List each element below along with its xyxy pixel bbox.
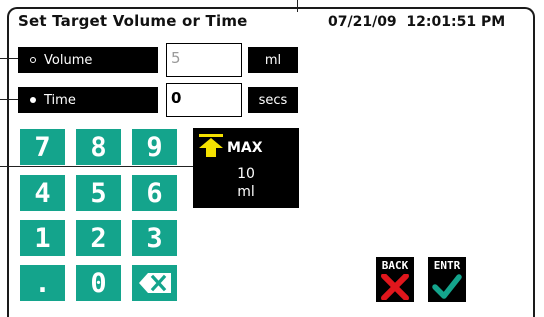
radio-selected-icon xyxy=(30,97,36,103)
backspace-icon xyxy=(138,273,171,293)
keypad-key-7[interactable]: 7 xyxy=(20,129,65,165)
max-label: MAX xyxy=(227,140,263,156)
back-label: BACK xyxy=(381,259,409,272)
time-unit-badge: secs xyxy=(248,87,298,113)
keypad-key-0[interactable]: 0 xyxy=(76,265,121,301)
keypad-key-5[interactable]: 5 xyxy=(76,175,121,211)
keypad-key-8[interactable]: 8 xyxy=(76,129,121,165)
max-limit-panel: MAX 10 ml xyxy=(193,128,299,208)
radio-unselected-icon xyxy=(30,57,36,63)
time-radio-button[interactable]: Time xyxy=(18,87,158,113)
back-button[interactable]: BACK xyxy=(376,257,414,302)
date-time-display: 07/21/09 12:01:51 PM xyxy=(328,14,506,30)
time-label: Time xyxy=(44,92,76,108)
keypad-key-2[interactable]: 2 xyxy=(76,220,121,256)
max-unit: ml xyxy=(237,184,255,200)
volume-label: Volume xyxy=(44,52,93,68)
volume-radio-button[interactable]: Volume xyxy=(18,47,158,73)
max-value: 10 xyxy=(237,166,255,182)
checkmark-icon xyxy=(432,274,462,299)
time-input[interactable]: 0 xyxy=(166,83,242,117)
cancel-x-icon xyxy=(381,274,409,300)
keypad-key-1[interactable]: 1 xyxy=(20,220,65,256)
keypad-key-6[interactable]: 6 xyxy=(132,175,177,211)
keypad-key-9[interactable]: 9 xyxy=(132,129,177,165)
keypad-key-3[interactable]: 3 xyxy=(132,220,177,256)
keypad-key-4[interactable]: 4 xyxy=(20,175,65,211)
volume-input[interactable]: 5 xyxy=(166,43,242,77)
page-title: Set Target Volume or Time xyxy=(18,12,248,30)
arrow-up-to-max-icon xyxy=(199,134,223,157)
volume-unit-badge: ml xyxy=(248,47,298,73)
callout-line-max xyxy=(0,166,193,167)
enter-label: ENTR xyxy=(433,259,461,272)
enter-button[interactable]: ENTR xyxy=(428,257,466,302)
keypad-key-decimal[interactable]: . xyxy=(20,265,65,301)
callout-line-title xyxy=(297,0,298,12)
keypad-backspace-button[interactable] xyxy=(132,265,177,301)
